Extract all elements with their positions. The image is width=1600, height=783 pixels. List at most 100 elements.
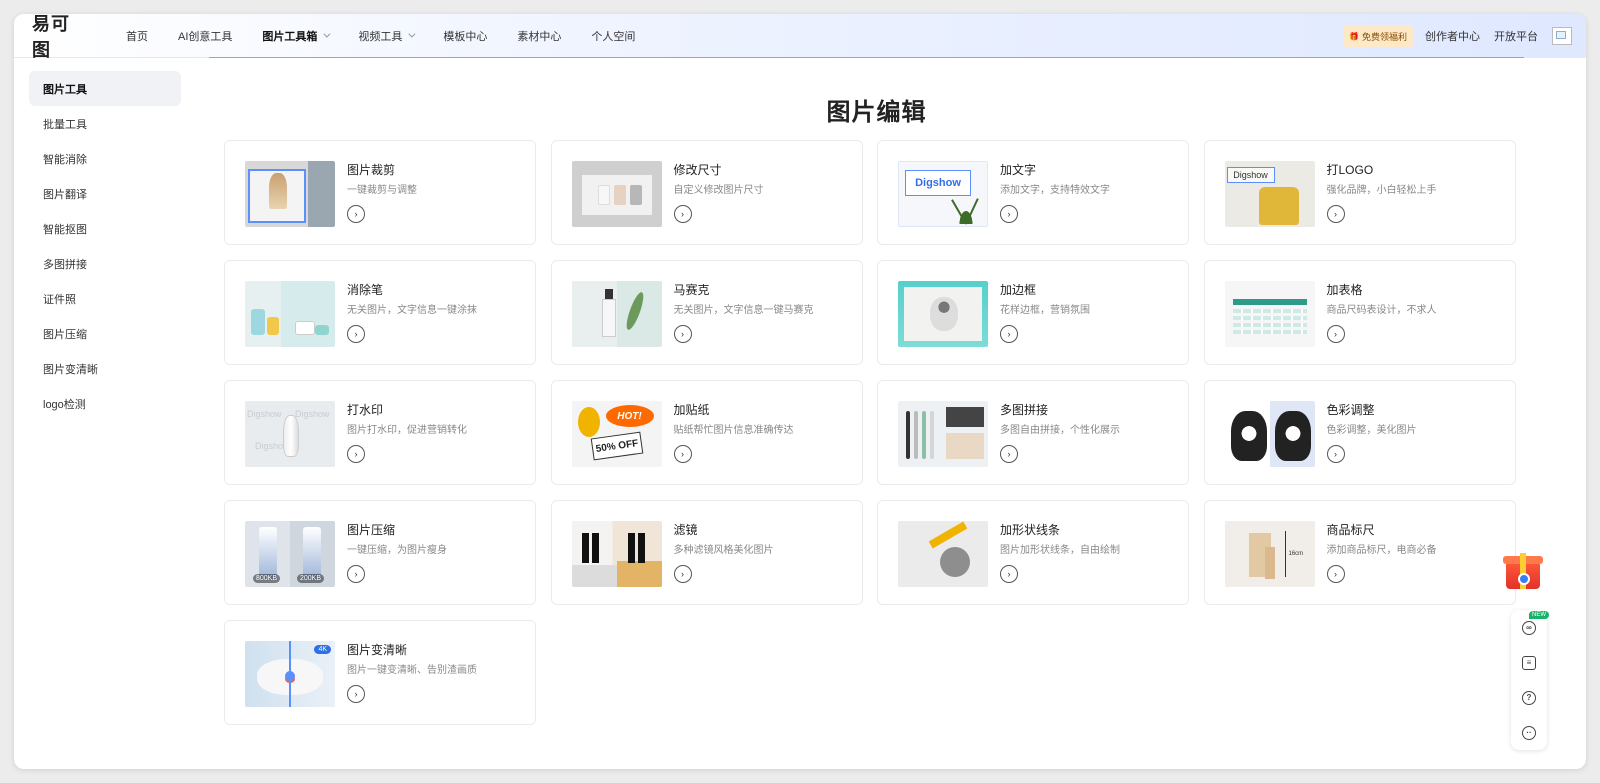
card-title: 加形状线条 [1000, 523, 1061, 537]
card-title: 加表格 [1326, 283, 1363, 297]
card-title: 滤镜 [673, 523, 698, 537]
nav-item-2[interactable]: 图片工具箱 [262, 28, 331, 44]
card-desc: 自定义修改图片尺寸 [673, 185, 764, 196]
arrow-right-icon[interactable]: › [1326, 205, 1345, 223]
promo-label: 免费领福利 [1361, 31, 1407, 42]
link-icon: ∞ [1522, 620, 1536, 635]
card-desc: 无关图片，文字信息一键马赛克 [673, 305, 814, 316]
note-tool-button[interactable]: ≡ [1511, 645, 1547, 680]
chat-tool-button[interactable]: ·· [1511, 715, 1547, 750]
nav-item-4[interactable]: 模板中心 [443, 28, 487, 44]
creator-center-link[interactable]: 创作者中心 [1425, 28, 1480, 44]
tool-card-mosaic[interactable]: 马赛克无关图片，文字信息一键马赛克 › [550, 260, 863, 365]
arrow-right-icon[interactable]: › [347, 685, 365, 703]
nav-label: 图片工具箱 [262, 30, 318, 43]
card-title: 打水印 [347, 403, 384, 417]
sidebar-item-7[interactable]: 图片压缩 [29, 316, 181, 351]
tool-card-compress[interactable]: 800KB 200KB 图片压缩一键压缩，为图片瘦身 › [224, 500, 536, 605]
card-desc: 一键压缩，为图片瘦身 [347, 545, 447, 556]
card-title: 多图拼接 [1000, 403, 1049, 417]
tool-card-eraser[interactable]: 消除笔 无关图片，文字信息一键涂抹 › [224, 260, 536, 365]
card-desc: 图片加形状线条，自由绘制 [1000, 545, 1120, 556]
sidebar-item-6[interactable]: 证件照 [29, 281, 181, 316]
new-badge: NEW [1529, 611, 1549, 619]
nav-item-5[interactable]: 素材中心 [517, 28, 561, 44]
tool-card-watermark[interactable]: Digshow Digshow Digshow 打水印 图片打水印，促进营销转化 › [224, 380, 536, 485]
card-title: 图片裁剪 [347, 163, 396, 177]
arrow-right-icon[interactable]: › [1326, 445, 1345, 463]
nav-label: 模板中心 [443, 30, 488, 43]
avatar[interactable] [1552, 27, 1572, 45]
sidebar-item-0[interactable]: 图片工具 [29, 71, 181, 106]
nav-item-3[interactable]: 视频工具 [358, 28, 416, 44]
border-thumb [898, 281, 988, 347]
floating-toolbar: ∞ NEW ≡ ? ·· [1511, 610, 1549, 750]
header-underline [209, 57, 1524, 58]
card-title: 消除笔 [347, 283, 384, 297]
resize-thumb [571, 161, 662, 227]
ruler-thumb: 16cm [1224, 521, 1315, 587]
site-logo[interactable]: 易可图 [32, 14, 88, 61]
tool-card-filter[interactable]: 滤镜 多种滤镜风格美化图片 › [550, 500, 863, 605]
free-gift-button[interactable]: 🎁 免费领福利 [1343, 25, 1413, 47]
arrow-right-icon[interactable]: › [1326, 325, 1345, 343]
sidebar-item-3[interactable]: 图片翻译 [29, 176, 181, 211]
arrow-right-icon[interactable]: › [1000, 325, 1018, 343]
nav-item-6[interactable]: 个人空间 [591, 28, 635, 44]
arrow-right-icon[interactable]: › [347, 205, 365, 223]
sidebar-item-9[interactable]: logo检测 [29, 386, 181, 421]
chat-icon: ·· [1522, 725, 1536, 740]
sidebar-item-1[interactable]: 批量工具 [29, 106, 181, 141]
card-title: 图片压缩 [347, 523, 396, 537]
card-title: 加边框 [1000, 283, 1037, 297]
nav-item-1[interactable]: AI创意工具 [178, 28, 232, 44]
sidebar-item-5[interactable]: 多图拼接 [29, 246, 181, 281]
nav-item-0[interactable]: 首页 [126, 28, 148, 44]
arrow-right-icon[interactable]: › [347, 565, 365, 583]
card-title: 图片变清晰 [347, 643, 408, 657]
sidebar-item-8[interactable]: 图片变清晰 [29, 351, 181, 386]
arrow-right-icon[interactable]: › [673, 205, 692, 223]
tool-card-ruler[interactable]: 16cm 商品标尺 添加商品标尺，电商必备 › [1203, 500, 1516, 605]
top-header: 易可图 首页 AI创意工具 图片工具箱 视频工具 模板中心 素材中心 个人空间 🎁 免费领福… [14, 14, 1586, 61]
open-platform-link[interactable]: 开放平台 [1494, 28, 1538, 44]
gift-icon: 🎁 [1349, 31, 1359, 41]
card-title: 商品标尺 [1326, 523, 1375, 537]
tool-card-logo[interactable]: Digshow 打LOGO 强化品牌，小白轻松上手 › [1203, 140, 1516, 245]
arrow-right-icon[interactable]: › [1000, 205, 1018, 223]
arrow-right-icon[interactable]: › [1326, 565, 1345, 583]
eraser-thumb [245, 281, 335, 347]
compress-thumb: 800KB 200KB [245, 521, 335, 587]
arrow-right-icon[interactable]: › [673, 445, 692, 463]
card-desc: 花样边框，营销氛围 [1000, 305, 1090, 316]
tool-card-shape[interactable]: 加形状线条图片加形状线条，自由绘制 › [877, 500, 1189, 605]
card-desc: 图片一键变清晰、告别渣画质 [347, 665, 477, 676]
tool-card-color[interactable]: 色彩调整 色彩调整，美化图片 › [1203, 380, 1516, 485]
tool-card-collage[interactable]: 多图拼接 多图自由拼接，个性化展示 › [877, 380, 1189, 485]
filter-thumb [571, 521, 662, 587]
tool-card-sticker[interactable]: HOT! 50% OFF 加贴纸 贴纸帮忙图片信息准确传达 › [550, 380, 863, 485]
help-tool-button[interactable]: ? [1511, 680, 1547, 715]
mosaic-thumb [571, 281, 662, 347]
arrow-right-icon[interactable]: › [347, 445, 365, 463]
arrow-right-icon[interactable]: › [1000, 445, 1018, 463]
tool-card-resize[interactable]: 修改尺寸 自定义修改图片尺寸 › [550, 140, 863, 245]
tool-card-table[interactable]: 加表格 商品尺码表设计，不求人 › [1203, 260, 1516, 365]
tool-card-crop[interactable]: 图片裁剪 一键裁剪与调整 › [224, 140, 536, 245]
tool-card-text[interactable]: Digshow 加文字 添加文字，支持特效文字 › [877, 140, 1189, 245]
arrow-right-icon[interactable]: › [673, 325, 692, 343]
nav-label: AI创意工具 [178, 30, 233, 43]
arrow-right-icon[interactable]: › [1000, 565, 1018, 583]
color-thumb [1224, 401, 1315, 467]
sidebar-item-4[interactable]: 智能抠图 [29, 211, 181, 246]
tool-card-border[interactable]: 加边框花样边框，营销氛围 › [877, 260, 1189, 365]
tool-card-enhance[interactable]: 4K 图片变清晰 图片一键变清晰、告别渣画质 › [224, 620, 536, 725]
arrow-right-icon[interactable]: › [347, 325, 365, 343]
card-title: 马赛克 [673, 283, 710, 297]
card-desc: 色彩调整，美化图片 [1326, 425, 1417, 436]
arrow-right-icon[interactable]: › [673, 565, 692, 583]
link-tool-button[interactable]: ∞ NEW [1511, 610, 1549, 645]
nav-label: 素材中心 [517, 30, 562, 43]
floating-gift-button[interactable] [1500, 547, 1544, 591]
sidebar-item-2[interactable]: 智能消除 [29, 141, 181, 176]
